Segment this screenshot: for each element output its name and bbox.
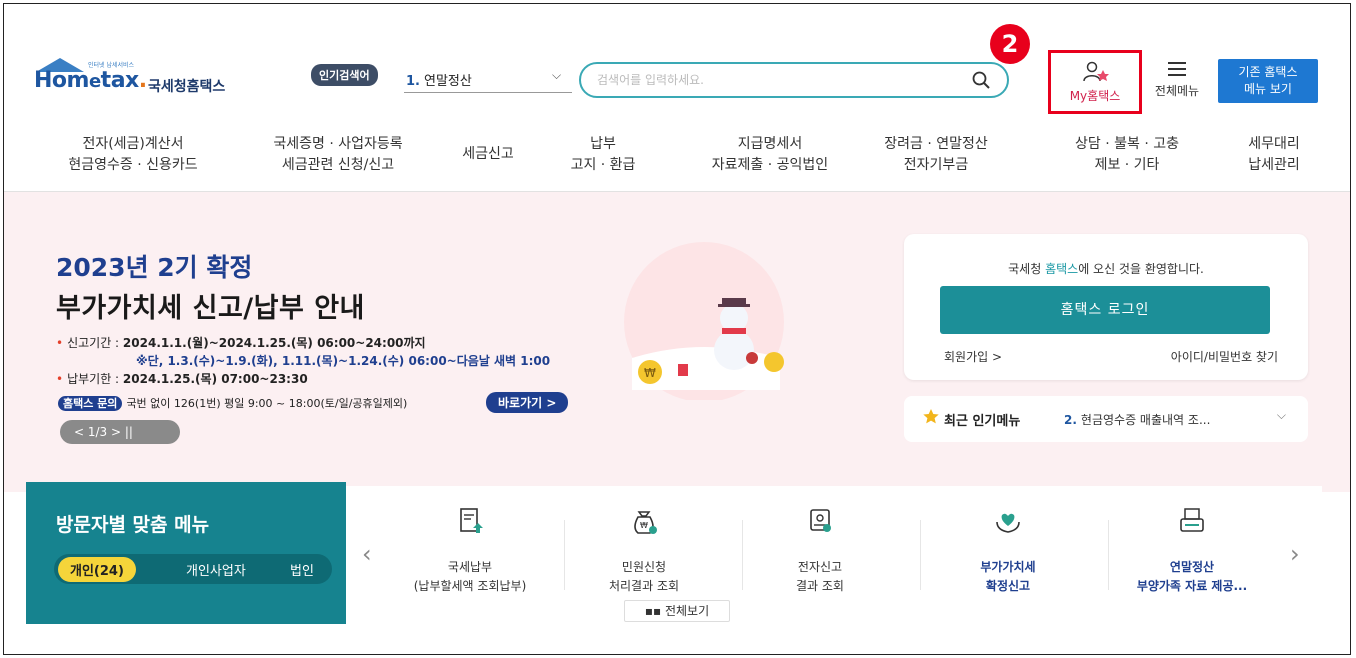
document-upload-icon [460, 508, 483, 533]
nav-item-payment[interactable]: 납부 고지 · 환급 [558, 134, 648, 176]
login-card: 국세청 홈택스에 오신 것을 환영합니다. 홈택스 로그인 회원가입 > 아이디… [904, 234, 1308, 380]
login-button[interactable]: 홈택스 로그인 [940, 286, 1270, 334]
divider [920, 520, 921, 590]
hero-subtitle: 부가가치세 신고/납부 안내 [56, 293, 365, 324]
my-hometax-label: My홈택스 [1069, 89, 1121, 103]
find-id-password-link[interactable]: 아이디/비밀번호 찾기 [1171, 348, 1278, 365]
quick-item-civil-request[interactable]: ₩ 민원신청 처리결과 조회 [560, 506, 728, 594]
visitor-custom-menu: 방문자별 맞춤 메뉴 개인(24) 개인사업자 법인 [26, 482, 346, 624]
my-hometax-button[interactable]: My홈택스 [1048, 50, 1142, 114]
hero-title: 2023년 2기 확정 [56, 253, 253, 282]
chevron-left-icon[interactable]: ‹ [362, 540, 372, 568]
nav-item-tax-report[interactable]: 세금신고 [450, 144, 526, 165]
chevron-down-icon[interactable]: ⌵ [552, 68, 561, 83]
quick-menu: ‹ › 국세납부 (납부할세액 조회납부) ₩ 민원신청 처리결과 조회 전자신… [346, 486, 1322, 626]
visitor-menu-title: 방문자별 맞춤 메뉴 [56, 514, 210, 536]
logo-wordmark: Hometax. [34, 68, 147, 93]
inquiry-info: 홈택스 문의 국번 없이 126(1번) 평일 9:00 ~ 18:00(토/일/… [58, 395, 407, 411]
quick-item-tax-payment[interactable]: 국세납부 (납부할세액 조회납부) [386, 506, 554, 594]
nav-item-tax-agent[interactable]: 세무대리 납세관리 [1224, 134, 1324, 176]
nav-item-certificate[interactable]: 국세증명 · 사업자등록 세금관련 신청/신고 [250, 134, 426, 176]
recent-popular-item[interactable]: 2. 현금영수증 매출내역 조... [1064, 411, 1210, 428]
hamburger-icon [1168, 62, 1186, 76]
quick-item-vat-filing[interactable]: 부가가치세 확정신고 [924, 506, 1092, 594]
nav-item-incentive[interactable]: 장려금 · 연말정산 전자기부금 [856, 134, 1016, 176]
recent-popular-title: 최근 인기메뉴 [944, 414, 1021, 429]
svg-text:₩: ₩ [640, 521, 648, 530]
all-menu-label: 전체메뉴 [1154, 84, 1200, 98]
banner-pager[interactable]: < 1/3 > || [60, 420, 180, 444]
popular-search-item[interactable]: 1. 연말정산 [406, 70, 472, 89]
nav-item-statement[interactable]: 지급명세서 자료제출 · 공익법인 [690, 134, 850, 176]
grid-icon: ▪▪ [644, 604, 665, 618]
snowman-illustration: ₩ [624, 242, 784, 400]
tab-sole-proprietor[interactable]: 개인사업자 [186, 560, 246, 579]
popular-underline [404, 92, 572, 93]
search-box [579, 62, 1009, 98]
hero-banner: 2023년 2기 확정 부가가치세 신고/납부 안내 • 신고기간 : 2024.… [4, 192, 1350, 492]
user-icon [1083, 61, 1109, 82]
tab-individual[interactable]: 개인(24) [58, 557, 136, 582]
join-link[interactable]: 회원가입 > [944, 348, 1002, 365]
nav-item-invoice[interactable]: 전자(세금)계산서 현금영수증 · 신용카드 [48, 134, 218, 176]
hometax-logo[interactable]: 인터넷 납세서비스 Hometax. 국세청홈택스 [28, 56, 258, 100]
recent-popular-menu: 최근 인기메뉴 2. 현금영수증 매출내역 조... ⌵ [904, 396, 1308, 442]
go-button[interactable]: 바로가기 > [486, 392, 569, 413]
svg-text:₩: ₩ [644, 366, 656, 380]
quick-item-e-filing[interactable]: 전자신고 결과 조회 [736, 506, 904, 594]
welcome-text: 국세청 홈택스에 오신 것을 환영합니다. [1008, 262, 1204, 276]
popular-search-badge: 인기검색어 [311, 64, 378, 86]
tab-corporation[interactable]: 법인 [290, 560, 314, 579]
printer-doc-icon [1180, 508, 1204, 532]
search-icon[interactable] [971, 70, 991, 90]
chevron-right-icon[interactable]: › [1290, 540, 1300, 568]
star-icon [923, 409, 939, 424]
certificate-icon [810, 509, 831, 532]
heart-hands-icon [996, 513, 1020, 533]
main-nav: 전자(세금)계산서 현금영수증 · 신용카드 국세증명 · 사업자등록 세금관련 신… [4, 130, 1350, 192]
hero-details: • 신고기간 : 2024.1.1.(월)~2024.1.25.(목) 06:00… [56, 336, 551, 386]
old-hometax-menu-button[interactable]: 기존 홈택스 메뉴 보기 [1218, 59, 1318, 103]
chevron-down-icon[interactable]: ⌵ [1277, 408, 1286, 423]
search-input[interactable] [597, 70, 957, 90]
view-all-button[interactable]: ▪▪ 전체보기 [624, 600, 730, 622]
step-number-badge: 2 [990, 24, 1030, 64]
all-menu-button[interactable]: 전체메뉴 [1142, 62, 1212, 99]
quick-item-year-end-settlement[interactable]: 연말정산 부양가족 자료 제공... [1108, 506, 1276, 594]
browser-frame: 인터넷 납세서비스 Hometax. 국세청홈택스 인기검색어 1. 연말정산 ⌵… [3, 3, 1351, 655]
visitor-type-tabs: 개인(24) 개인사업자 법인 [54, 554, 332, 584]
money-bag-icon: ₩ [634, 511, 657, 534]
nav-item-consult[interactable]: 상담 · 불복 · 고충 제보 · 기타 [1052, 134, 1202, 176]
logo-name: 국세청홈택스 [148, 79, 226, 95]
